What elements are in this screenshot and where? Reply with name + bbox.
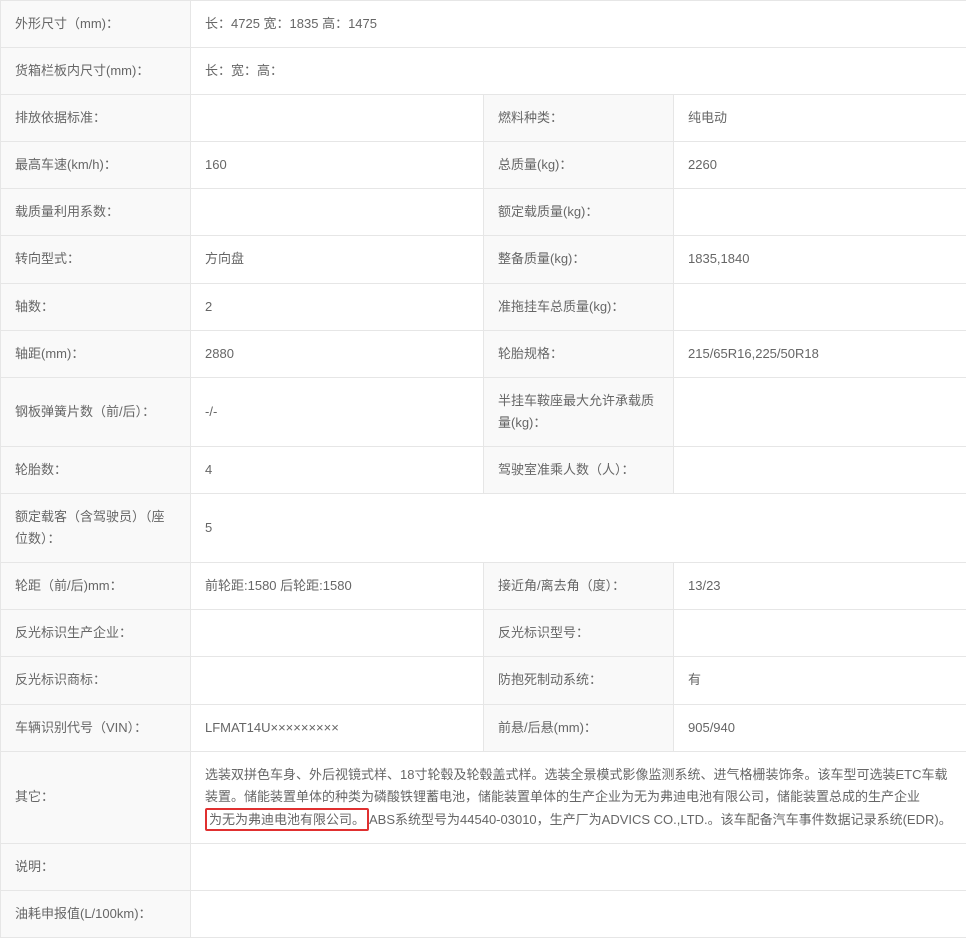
spec-label: 轴距(mm)： <box>1 330 191 377</box>
table-row: 车辆识别代号（VIN）：LFMAT14U×××××××××前悬/后悬(mm)：9… <box>1 704 966 751</box>
table-row: 额定载客（含驾驶员）（座位数）：5 <box>1 494 966 563</box>
spec-label: 货箱栏板内尺寸(mm)： <box>1 48 191 95</box>
spec-value: 5 <box>191 494 966 563</box>
spec-label: 驾驶室准乘人数（人）： <box>484 446 674 493</box>
spec-label: 轮距（前/后)mm： <box>1 563 191 610</box>
spec-value <box>674 377 966 446</box>
spec-value <box>191 657 484 704</box>
spec-value: 2880 <box>191 330 484 377</box>
table-row: 钢板弹簧片数（前/后）：-/-半挂车鞍座最大允许承载质量(kg)： <box>1 377 966 446</box>
spec-value: 有 <box>674 657 966 704</box>
spec-value: 1835,1840 <box>674 236 966 283</box>
spec-table: 外形尺寸（mm)：长：4725 宽：1835 高：1475货箱栏板内尺寸(mm)… <box>0 0 966 938</box>
spec-label: 反光标识商标： <box>1 657 191 704</box>
spec-value: 2 <box>191 283 484 330</box>
spec-label: 接近角/离去角（度）： <box>484 563 674 610</box>
spec-label: 准拖挂车总质量(kg)： <box>484 283 674 330</box>
spec-label-explain: 说明： <box>1 844 191 891</box>
spec-value: 长：4725 宽：1835 高：1475 <box>191 1 966 48</box>
table-row-fuel: 油耗申报值(L/100km)： <box>1 891 966 938</box>
table-row: 外形尺寸（mm)：长：4725 宽：1835 高：1475 <box>1 1 966 48</box>
spec-value <box>674 189 966 236</box>
spec-label: 轮胎规格： <box>484 330 674 377</box>
spec-label: 最高车速(km/h)： <box>1 142 191 189</box>
spec-label: 前悬/后悬(mm)： <box>484 704 674 751</box>
spec-value: 前轮距:1580 后轮距:1580 <box>191 563 484 610</box>
spec-value <box>191 95 484 142</box>
table-row: 排放依据标准： 燃料种类：纯电动 <box>1 95 966 142</box>
spec-value: 905/940 <box>674 704 966 751</box>
spec-label: 轴数： <box>1 283 191 330</box>
spec-value: 13/23 <box>674 563 966 610</box>
spec-label: 轮胎数： <box>1 446 191 493</box>
spec-label: 外形尺寸（mm)： <box>1 1 191 48</box>
spec-value <box>191 189 484 236</box>
spec-value: 纯电动 <box>674 95 966 142</box>
spec-label: 反光标识型号： <box>484 610 674 657</box>
table-row: 轮距（前/后)mm：前轮距:1580 后轮距:1580接近角/离去角（度）：13… <box>1 563 966 610</box>
spec-value: 215/65R16,225/50R18 <box>674 330 966 377</box>
spec-value: 方向盘 <box>191 236 484 283</box>
spec-label: 排放依据标准： <box>1 95 191 142</box>
spec-label: 额定载质量(kg)： <box>484 189 674 236</box>
spec-label: 半挂车鞍座最大允许承载质量(kg)： <box>484 377 674 446</box>
spec-label: 燃料种类： <box>484 95 674 142</box>
table-row: 反光标识生产企业： 反光标识型号： <box>1 610 966 657</box>
spec-value: 2260 <box>674 142 966 189</box>
spec-value <box>191 610 484 657</box>
spec-value: 4 <box>191 446 484 493</box>
spec-label: 总质量(kg)： <box>484 142 674 189</box>
spec-value <box>674 446 966 493</box>
spec-value <box>674 283 966 330</box>
others-text-pre: 选装双拼色车身、外后视镜式样、18寸轮毂及轮毂盖式样。选装全景模式影像监测系统、… <box>205 767 947 804</box>
table-row-others: 其它： 选装双拼色车身、外后视镜式样、18寸轮毂及轮毂盖式样。选装全景模式影像监测… <box>1 751 966 844</box>
spec-label-others: 其它： <box>1 751 191 844</box>
spec-label-fuel: 油耗申报值(L/100km)： <box>1 891 191 938</box>
spec-value: -/- <box>191 377 484 446</box>
others-text-post: ABS系统型号为44540-03010，生产厂为ADVICS CO.,LTD.。… <box>369 812 952 827</box>
spec-value-fuel <box>191 891 966 938</box>
table-row: 最高车速(km/h)：160总质量(kg)：2260 <box>1 142 966 189</box>
table-row: 货箱栏板内尺寸(mm)：长：宽：高： <box>1 48 966 95</box>
spec-label: 额定载客（含驾驶员）（座位数）： <box>1 494 191 563</box>
table-row: 载质量利用系数： 额定载质量(kg)： <box>1 189 966 236</box>
spec-value: LFMAT14U××××××××× <box>191 704 484 751</box>
spec-label: 防抱死制动系统： <box>484 657 674 704</box>
spec-value-explain <box>191 844 966 891</box>
spec-label: 钢板弹簧片数（前/后）： <box>1 377 191 446</box>
table-row: 轴数：2准拖挂车总质量(kg)： <box>1 283 966 330</box>
spec-label: 反光标识生产企业： <box>1 610 191 657</box>
spec-label: 整备质量(kg)： <box>484 236 674 283</box>
spec-value: 160 <box>191 142 484 189</box>
spec-value: 长：宽：高： <box>191 48 966 95</box>
table-row-explain: 说明： <box>1 844 966 891</box>
table-row: 轴距(mm)：2880轮胎规格：215/65R16,225/50R18 <box>1 330 966 377</box>
spec-label: 车辆识别代号（VIN）： <box>1 704 191 751</box>
highlight-box: 为无为弗迪电池有限公司。 <box>205 808 369 832</box>
spec-value <box>674 610 966 657</box>
table-row: 轮胎数：4驾驶室准乘人数（人）： <box>1 446 966 493</box>
table-row: 转向型式：方向盘整备质量(kg)：1835,1840 <box>1 236 966 283</box>
spec-label: 载质量利用系数： <box>1 189 191 236</box>
spec-label: 转向型式： <box>1 236 191 283</box>
spec-value-others: 选装双拼色车身、外后视镜式样、18寸轮毂及轮毂盖式样。选装全景模式影像监测系统、… <box>191 751 966 844</box>
table-row: 反光标识商标： 防抱死制动系统：有 <box>1 657 966 704</box>
